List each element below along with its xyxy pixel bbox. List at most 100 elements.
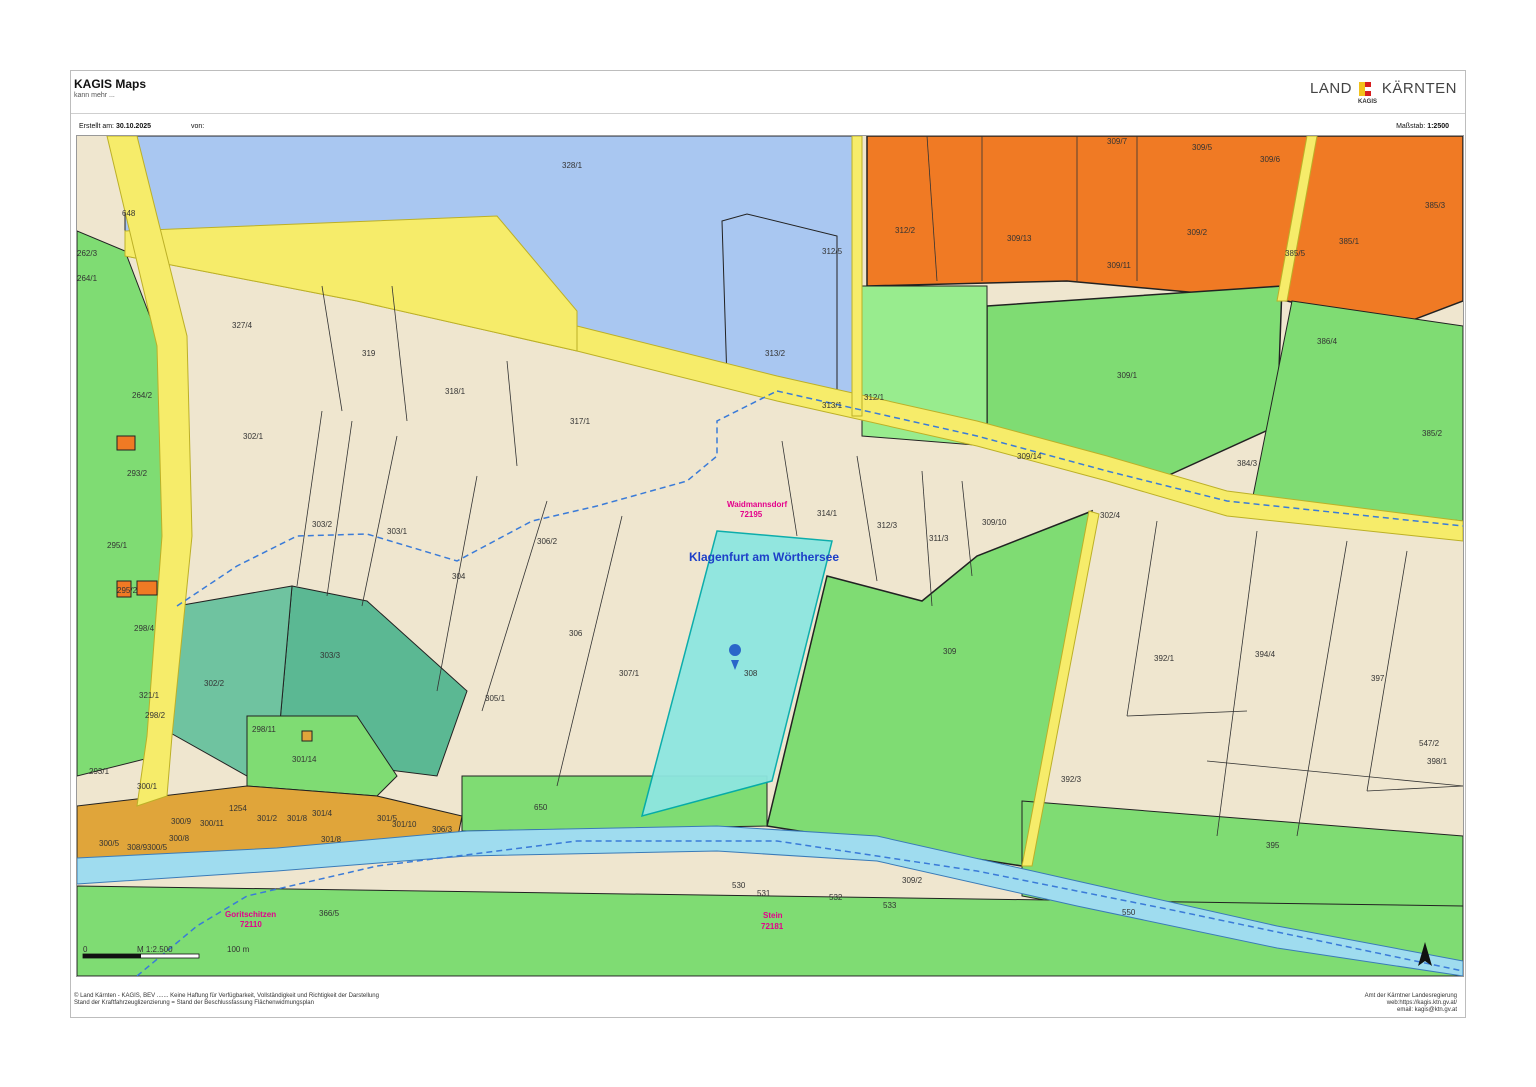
scalebar-middle: M 1:2.500 — [137, 945, 173, 954]
parcel-number: 306 — [569, 629, 583, 638]
parcel-number: 533 — [883, 901, 897, 910]
cadastral-name: Goritschitzen — [225, 910, 276, 919]
parcel-number: 301/14 — [292, 755, 317, 764]
map-canvas[interactable]: 0 M 1:2.500 100 m Klagenfurt am Wörthers… — [77, 136, 1463, 976]
parcel-number: 309/2 — [902, 876, 923, 885]
parcel-number: 302/1 — [243, 432, 264, 441]
parcel-number: 309/7 — [1107, 137, 1128, 146]
parcel-number: 309/6 — [1260, 155, 1281, 164]
footer-line: Amt der Kärntner Landesregierung — [1364, 993, 1457, 999]
parcel-number: 264/1 — [77, 274, 98, 283]
parcel-number: 313/2 — [765, 349, 786, 358]
parcel-number: 384/3 — [1237, 459, 1258, 468]
parcel-number: 308/9 — [127, 843, 148, 852]
parcel-number: 300/5 — [99, 839, 120, 848]
parcel-number: 312/3 — [877, 521, 898, 530]
parcel-number: 386/4 — [1317, 337, 1338, 346]
parcel-number: 385/1 — [1339, 237, 1360, 246]
scalebar-left: 0 — [83, 945, 88, 954]
map-sheet: KAGIS Maps kann mehr ... LAND KÄRNTEN KA… — [70, 70, 1466, 1018]
parcel-number: 304 — [452, 572, 466, 581]
map-view[interactable]: 0 M 1:2.500 100 m Klagenfurt am Wörthers… — [76, 135, 1464, 977]
created-label: Erstellt am: — [79, 123, 115, 130]
parcel-number: 309/14 — [1017, 452, 1042, 461]
parcel-number: 532 — [829, 893, 843, 902]
parcel-number: 317/1 — [570, 417, 591, 426]
parcel-number: 302/2 — [204, 679, 225, 688]
app-title: KAGIS Maps — [74, 77, 147, 91]
parcel-number: 298/11 — [252, 725, 276, 734]
parcel-number: 547/2 — [1419, 739, 1440, 748]
parcel-number: 300/5 — [147, 843, 168, 852]
footer-line[interactable]: web:https://kagis.ktn.gv.at/ — [1365, 1000, 1457, 1007]
parcel-number: 385/2 — [1422, 429, 1443, 438]
parcel-number: 293/1 — [89, 767, 110, 776]
footer-disclaimer: © Land Kärnten - KAGIS, BEV ....... Kein… — [74, 993, 379, 1007]
parcel-number: 318/1 — [445, 387, 466, 396]
parcel-number: 308 — [744, 669, 758, 678]
scale-info: Maßstab: 1:2500 — [1396, 123, 1449, 130]
parcel-number: 300/1 — [137, 782, 158, 791]
parcel-number: 531 — [757, 889, 771, 898]
parcel-number: 309/10 — [982, 518, 1007, 527]
parcel-number: 300/11 — [200, 819, 224, 828]
parcel-number: 309 — [943, 647, 957, 656]
header: KAGIS Maps kann mehr ... LAND KÄRNTEN KA… — [71, 71, 1465, 114]
parcel-number: 366/5 — [319, 909, 340, 918]
parcel-number: 264/2 — [132, 391, 153, 400]
logo-word-kaernten: KÄRNTEN — [1381, 80, 1457, 97]
parcel-number: 306/2 — [537, 537, 558, 546]
parcel-number: 385/5 — [1285, 249, 1306, 258]
parcel-number: 398/1 — [1427, 757, 1448, 766]
parcel-number: 319 — [362, 349, 376, 358]
parcel-number: 650 — [534, 803, 548, 812]
parcel-number: 301/2 — [257, 814, 278, 823]
scale-value: 1:2500 — [1427, 123, 1449, 130]
cadastral-code: 72195 — [740, 510, 763, 519]
parcel-number: 313/1 — [822, 401, 843, 410]
parcel-number: 385/3 — [1425, 201, 1446, 210]
parcel-number: 300/8 — [169, 834, 190, 843]
parcel-number: 312/1 — [864, 393, 885, 402]
parcel-number: 1254 — [229, 804, 247, 813]
scale-label: Maßstab: — [1396, 123, 1426, 130]
from-label: von: — [191, 123, 205, 130]
cadastral-name: Waidmannsdorf — [727, 500, 787, 509]
parcel-number: 395 — [1266, 841, 1280, 850]
parcel-number: 312/5 — [822, 247, 843, 256]
parcel-number: 301/4 — [312, 809, 333, 818]
parcel-number: 309/5 — [1192, 143, 1213, 152]
created-info: Erstellt am: 30.10.2025 — [79, 123, 151, 130]
building-small[interactable] — [136, 580, 158, 596]
footer-line: © Land Kärnten - KAGIS, BEV ....... Kein… — [74, 993, 379, 999]
parcel-number: 312/2 — [895, 226, 916, 235]
cadastral-code: 72110 — [240, 920, 262, 929]
logo-word-land: LAND — [1309, 80, 1352, 97]
cadastral-name: Stein — [763, 911, 783, 920]
parcel-number: 301/8 — [287, 814, 308, 823]
parcel-number: 648 — [122, 209, 136, 218]
parcel-number: 309/11 — [1107, 261, 1131, 270]
parcel-number: 550 — [1122, 908, 1136, 917]
footer-line[interactable]: email: kagis@ktn.gv.at — [1365, 1007, 1457, 1014]
logo-kagis: KAGIS — [1357, 99, 1377, 105]
parcel-number: 306/3 — [432, 825, 453, 834]
created-date: 30.10.2025 — [115, 123, 152, 130]
footer-contact: Amt der Kärntner Landesregierung web:htt… — [1365, 993, 1457, 1014]
parcel-number: 295/1 — [107, 541, 128, 550]
parcel-number: 394/4 — [1255, 650, 1276, 659]
parcel-number: 309/2 — [1187, 228, 1208, 237]
parcel-number: 309/1 — [1117, 371, 1138, 380]
parcel-number: 303/2 — [312, 520, 333, 529]
footer: © Land Kärnten - KAGIS, BEV ....... Kein… — [71, 983, 1465, 1017]
parcel-number: 301/8 — [321, 835, 342, 844]
parcel-number: 397 — [1371, 674, 1385, 683]
parcel-number: 298/2 — [145, 711, 166, 720]
info-bar: Erstellt am: 30.10.2025 von: Maßstab: 1:… — [71, 113, 1465, 135]
kaernten-emblem-icon — [1359, 82, 1371, 96]
parcel-number: 392/3 — [1061, 775, 1082, 784]
building-small[interactable] — [301, 730, 313, 742]
road-north-vertical[interactable] — [851, 136, 863, 417]
building-small[interactable] — [116, 435, 136, 451]
land-kaernten-logo[interactable]: LAND KÄRNTEN KAGIS — [1287, 77, 1457, 109]
